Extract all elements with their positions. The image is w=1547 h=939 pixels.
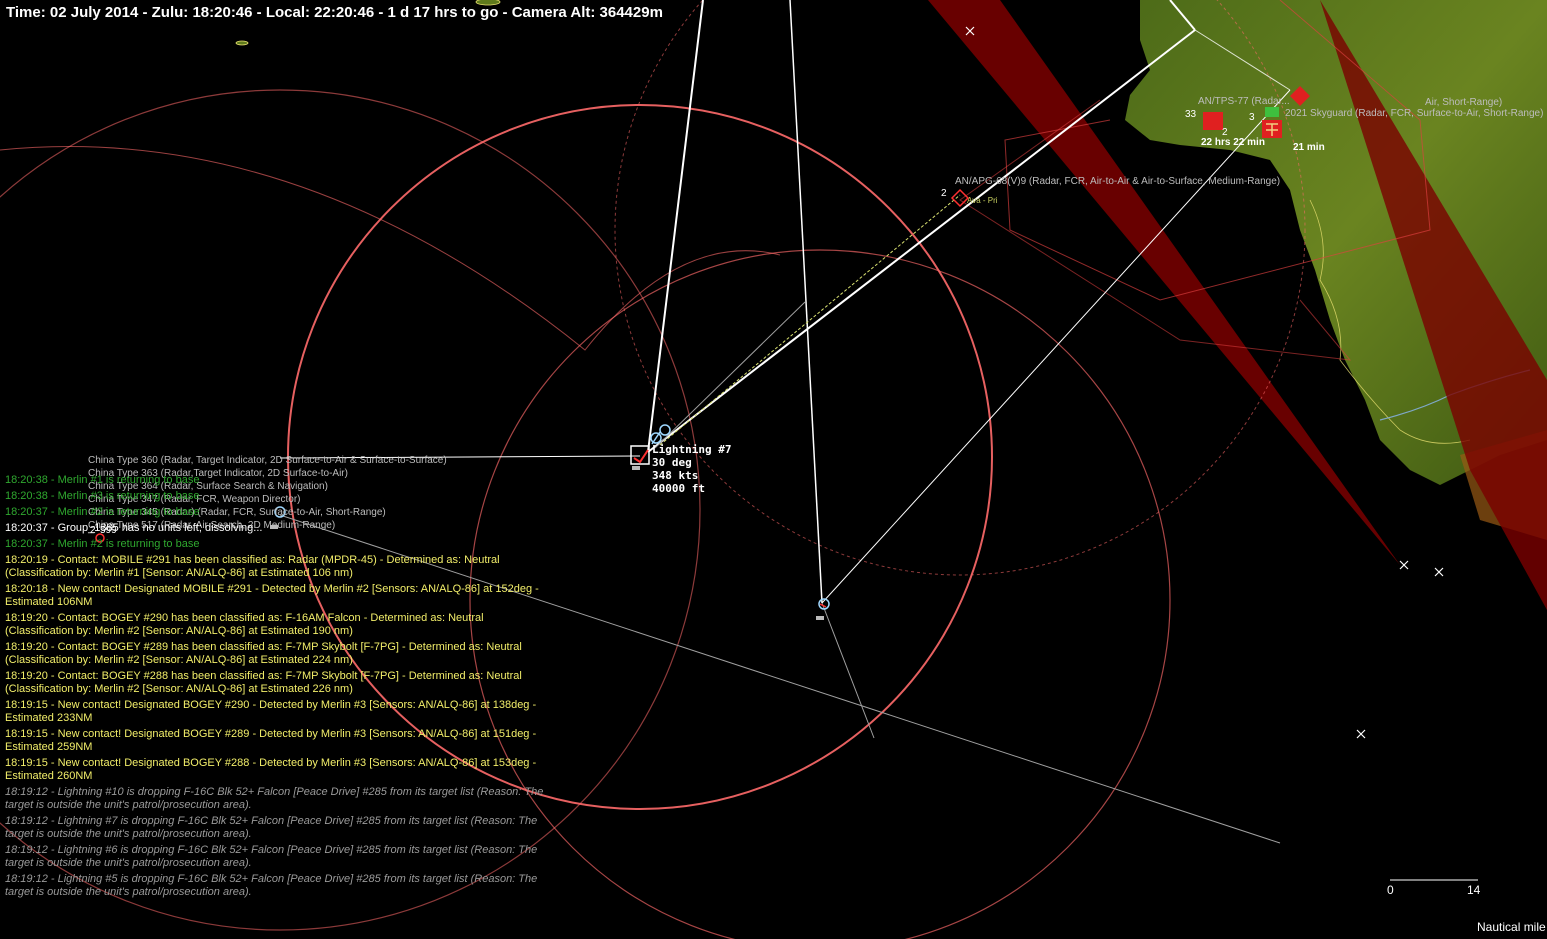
time-header: Time: 02 July 2014 - Zulu: 18:20:46 - Lo… — [6, 4, 663, 21]
log-entry: 18:20:37 - Merlin #2 is returning to bas… — [5, 506, 200, 518]
log-entry: 18:20:18 - New contact! Designated MOBIL… — [5, 583, 539, 608]
scale-min-label: 0 — [1387, 883, 1394, 897]
unit-name: Lightning #7 — [652, 443, 732, 456]
log-entry: 18:20:37 - Merlin #2 is returning to bas… — [5, 538, 200, 550]
log-entry: 18:19:20 - Contact: BOGEY #289 has been … — [5, 641, 522, 666]
log-entry: 18:20:19 - Contact: MOBILE #291 has been… — [5, 554, 500, 579]
skyguard-label: 2021 Skyguard (Radar, FCR, Surface-to-Ai… — [1285, 108, 1544, 119]
log-entry: 18:19:15 - New contact! Designated BOGEY… — [5, 699, 537, 724]
apg-count: 2 — [941, 188, 947, 199]
log-entry: 18:19:12 - Lightning #6 is dropping F-16… — [5, 844, 538, 869]
contact-marker-3 — [1434, 567, 1444, 577]
unit-lightning-7[interactable] — [630, 445, 650, 470]
count-3: 3 — [1249, 112, 1255, 123]
contact-marker-4 — [1356, 729, 1366, 739]
scale-unit-label: Nautical mile — [1477, 920, 1546, 934]
short-range-label: Air, Short-Range) — [1425, 97, 1503, 108]
timer-label-a: 22 hrs 22 min — [1201, 137, 1265, 148]
log-entry: 18:19:12 - Lightning #7 is dropping F-16… — [5, 815, 538, 840]
log-entry: 18:20:38 - Merlin #1 is returning to bas… — [5, 474, 200, 486]
tps-label: AN/TPS-77 (Radar... — [1198, 96, 1290, 107]
apg-sensor-label: AN/APG-68(V)9 (Radar, FCR, Air-to-Air & … — [955, 176, 1281, 187]
timer-label-b: 21 min — [1293, 142, 1325, 153]
count-33: 33 — [1185, 109, 1197, 120]
scale-max-label: 14 — [1467, 883, 1481, 897]
log-entry: 18:19:15 - New contact! Designated BOGEY… — [5, 728, 537, 753]
log-entry: 18:19:12 - Lightning #10 is dropping F-1… — [5, 786, 544, 811]
unit-course: 30 deg — [652, 456, 692, 469]
patrol-zone-west — [0, 146, 781, 351]
friendly-aircraft-icons[interactable] — [650, 424, 671, 445]
contact-marker-2 — [1399, 560, 1409, 570]
log-entry: 18:19:20 - Contact: BOGEY #290 has been … — [5, 612, 484, 637]
log-entry: 18:19:12 - Lightning #5 is dropping F-16… — [5, 873, 538, 898]
log-entry: 18:19:20 - Contact: BOGEY #288 has been … — [5, 670, 522, 695]
unit-altitude: 40000 ft — [652, 482, 705, 495]
message-log: 18:20:38 - Merlin #1 is returning to bas… — [5, 474, 560, 902]
log-entry: 18:20:38 - Merlin #3 is returning to bas… — [5, 490, 200, 502]
sensor-label: China Type 360 (Radar, Target Indicator,… — [88, 455, 447, 466]
log-entry: 18:20:37 - Group_1385 has no units left;… — [5, 522, 263, 534]
apg-sub-label: Ava - Pri — [967, 196, 998, 205]
log-entry: 18:19:15 - New contact! Designated BOGEY… — [5, 757, 537, 782]
unit-speed: 348 kts — [652, 469, 699, 482]
selected-unit-label: Lightning #7 30 deg 348 kts 40000 ft — [652, 443, 731, 495]
